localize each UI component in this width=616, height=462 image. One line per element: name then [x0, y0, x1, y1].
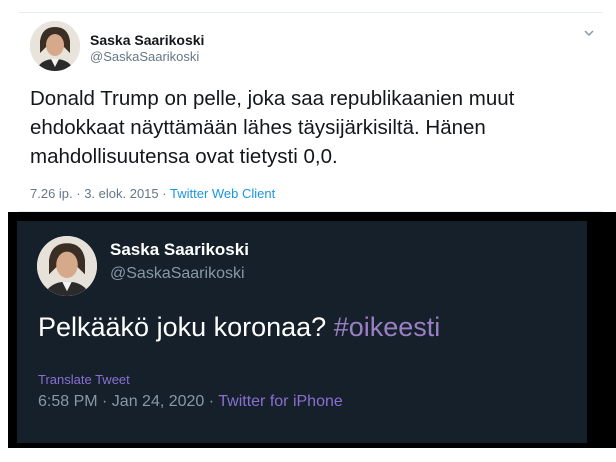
avatar[interactable]: [37, 236, 97, 296]
tweet-source[interactable]: Twitter for iPhone: [218, 393, 343, 410]
tweet-source[interactable]: Twitter Web Client: [170, 186, 275, 201]
profile-photo: [37, 236, 97, 296]
tweet-text: Donald Trump on pelle, joka saa republik…: [30, 87, 515, 168]
tweet-text-body: Pelkääkö joku koronaa?: [38, 312, 334, 342]
user-name[interactable]: Saska Saarikoski: [110, 240, 249, 260]
chevron-down-icon[interactable]: [582, 26, 596, 40]
hashtag-link[interactable]: #oikeesti: [334, 312, 441, 342]
tweet-meta: 6:58 PM · Jan 24, 2020 · Twitter for iPh…: [38, 393, 343, 411]
user-handle[interactable]: @SaskaSaarikoski: [110, 265, 245, 283]
meta-separator: ·: [204, 393, 219, 410]
avatar[interactable]: [30, 21, 80, 71]
tweet-text: Pelkääkö joku koronaa? #oikeesti: [38, 312, 440, 343]
tweet-timestamp[interactable]: 6:58 PM · Jan 24, 2020: [38, 393, 204, 410]
meta-separator: ·: [158, 186, 170, 201]
tweet-meta: 7.26 ip. · 3. elok. 2015 · Twitter Web C…: [30, 186, 275, 201]
tweet-timestamp[interactable]: 7.26 ip. · 3. elok. 2015: [30, 186, 159, 201]
profile-photo: [30, 21, 80, 71]
user-name[interactable]: Saska Saarikoski: [90, 32, 204, 48]
translate-tweet-link[interactable]: Translate Tweet: [38, 372, 130, 387]
user-handle[interactable]: @SaskaSaarikoski: [90, 49, 199, 64]
